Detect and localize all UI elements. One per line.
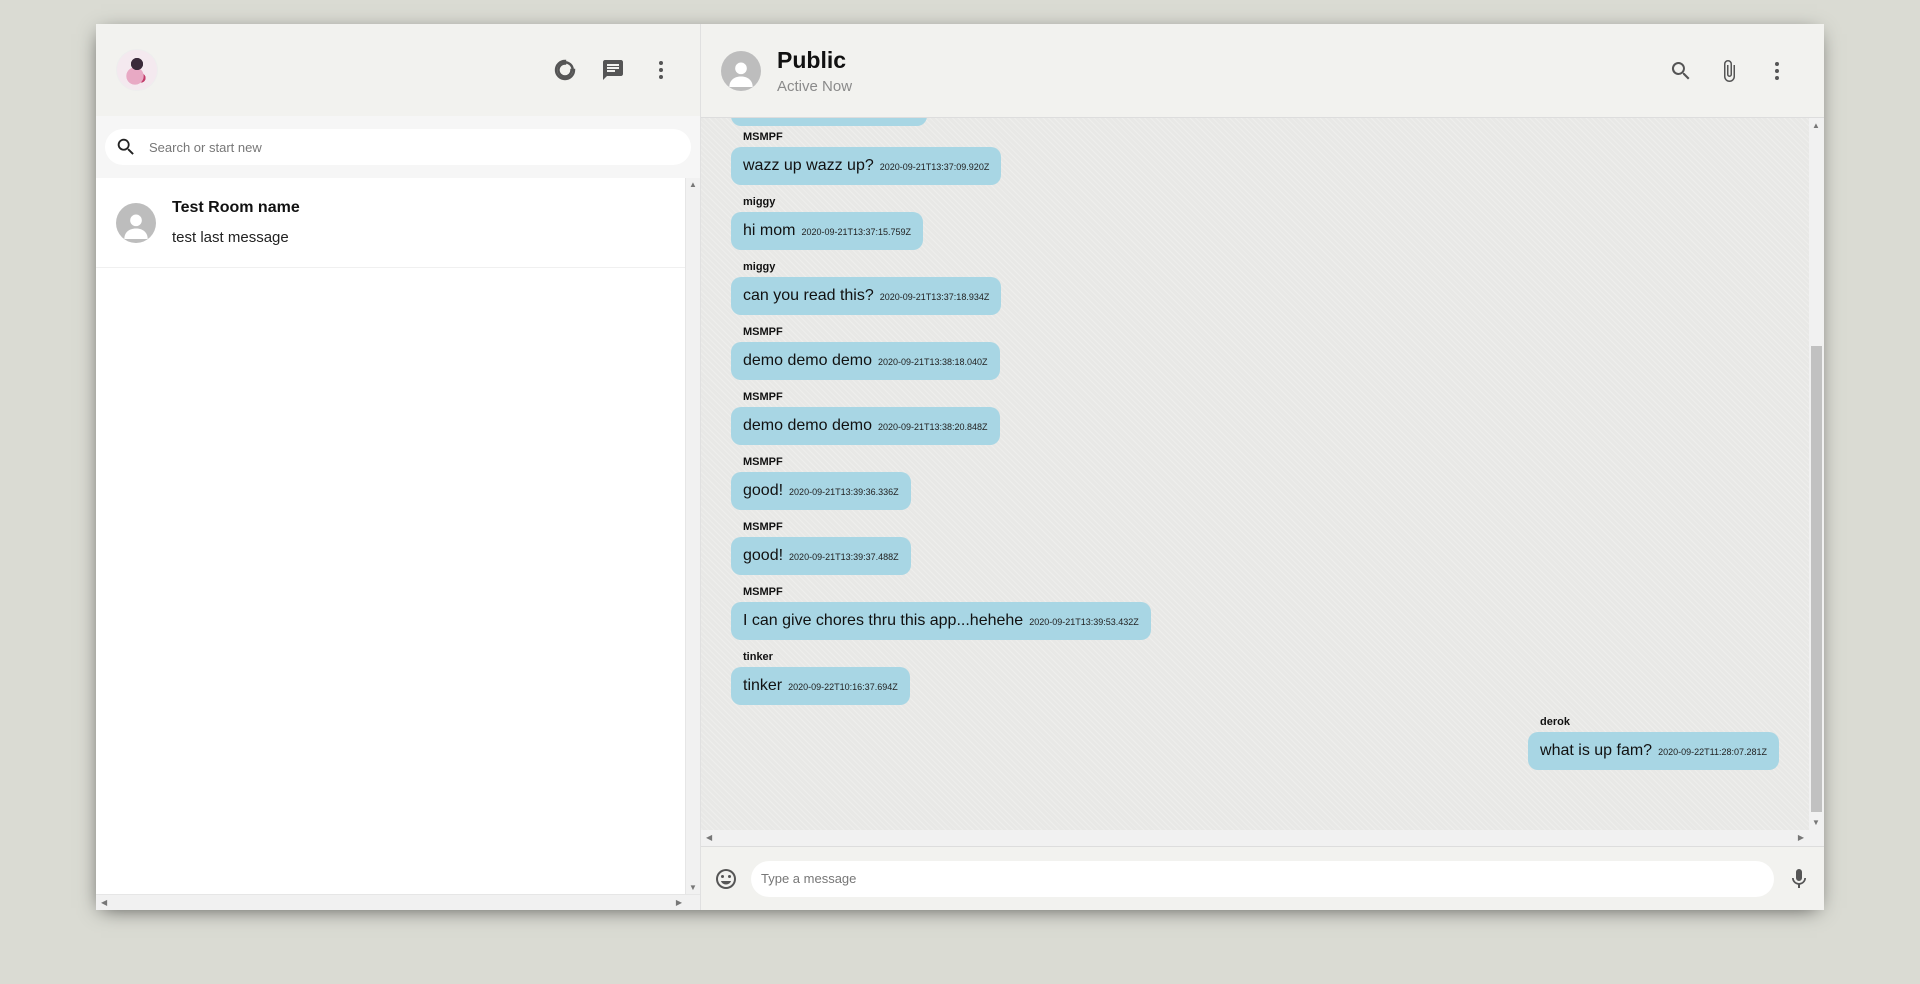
message: miggy can you read this? 2020-09-21T13:37… bbox=[731, 261, 1002, 315]
chat-list: Test Room name test last message ▲ ▼ bbox=[96, 178, 700, 894]
mic-icon[interactable] bbox=[1786, 866, 1812, 892]
emoji-icon[interactable] bbox=[713, 866, 739, 892]
chat-horizontal-scrollbar[interactable]: ◀ ▶ bbox=[701, 830, 1824, 846]
message: MSMPF demo demo demo 2020-09-21T13:38:18.… bbox=[731, 326, 1000, 380]
chat-footer bbox=[701, 846, 1824, 910]
status-icon[interactable] bbox=[552, 57, 578, 83]
message-author: miggy bbox=[743, 261, 776, 273]
message-timestamp: 2020-09-21T13:38:20.848Z bbox=[877, 422, 988, 432]
message-text: good! bbox=[743, 547, 784, 564]
message-timestamp: 2020-09-22T10:16:37.694Z bbox=[788, 682, 898, 692]
message-bubble: I can give chores thru this app...hehehe… bbox=[731, 602, 1151, 640]
chat-last-message: test last message bbox=[172, 229, 289, 246]
message-timestamp: 2020-09-22T11:28:07.281Z bbox=[1658, 747, 1767, 757]
message-author: MSMPF bbox=[743, 326, 783, 338]
chat-app: Test Room name test last message ▲ ▼ ◀ ▶… bbox=[96, 24, 1824, 910]
message-text: can you read this? bbox=[743, 287, 874, 304]
message-bubble: good! 2020-09-21T13:39:37.488Z bbox=[731, 537, 911, 575]
message-text: hi mom bbox=[743, 222, 796, 239]
message-timestamp: 2020-09-21T13:39:36.336Z bbox=[789, 487, 899, 497]
sidebar-search bbox=[96, 116, 700, 178]
message-timestamp: 2020-09-21T13:37:15.759Z bbox=[801, 227, 912, 237]
message: tinker tinker 2020-09-22T10:16:37.694Z bbox=[731, 651, 910, 705]
message-input[interactable] bbox=[761, 871, 1764, 886]
sidebar: Test Room name test last message ▲ ▼ ◀ ▶ bbox=[96, 24, 701, 910]
chat-title: Public bbox=[777, 46, 847, 73]
message-author: derok bbox=[1540, 716, 1570, 728]
message: MSMPF demo demo demo 2020-09-21T13:38:20.… bbox=[731, 391, 1000, 445]
message-author: MSMPF bbox=[743, 456, 783, 468]
message-text: tinker bbox=[743, 677, 783, 694]
message-bubble: hi mom 2020-09-21T13:37:15.759Z bbox=[731, 212, 924, 250]
message-text: demo demo demo bbox=[743, 352, 872, 369]
search-icon[interactable] bbox=[1668, 58, 1694, 84]
message-bubble: demo demo demo 2020-09-21T13:38:20.848Z bbox=[731, 407, 1000, 445]
message-own: derok what is up fam? 2020-09-22T11:28:07… bbox=[1528, 716, 1779, 770]
message: MSMPF I can give chores thru this app...… bbox=[731, 586, 1151, 640]
chat-scrollbar[interactable]: ▲ ▼ bbox=[1809, 118, 1824, 830]
message-bubble: good! 2020-09-21T13:39:36.336Z bbox=[731, 472, 911, 510]
paperclip-icon[interactable] bbox=[1716, 58, 1742, 84]
message-bubble: demo demo demo 2020-09-21T13:38:18.040Z bbox=[731, 342, 1000, 380]
message-input-container bbox=[751, 860, 1774, 897]
message-bubble: wazz up wazz up? 2020-09-21T13:37:09.920Z bbox=[731, 147, 1002, 185]
chat-header: Public Active Now bbox=[701, 24, 1824, 118]
message: MSMPF good! 2020-09-21T13:39:36.336Z bbox=[731, 456, 911, 510]
room-avatar bbox=[721, 50, 761, 91]
message-timestamp: 2020-09-21T13:39:37.488Z bbox=[789, 552, 899, 562]
message-text: I can give chores thru this app...hehehe bbox=[743, 612, 1024, 629]
sidebar-scrollbar[interactable]: ▲ ▼ bbox=[685, 178, 700, 894]
message-author: MSMPF bbox=[743, 131, 783, 143]
message-timestamp: 2020-09-21T13:37:18.934Z bbox=[879, 292, 990, 302]
chat-list-item[interactable]: Test Room name test last message bbox=[96, 178, 700, 268]
message-timestamp: 2020-09-21T13:38:18.040Z bbox=[877, 357, 988, 367]
message-timestamp: 2020-09-21T13:39:53.432Z bbox=[1029, 617, 1139, 627]
more-vert-icon[interactable] bbox=[1764, 58, 1790, 84]
room-avatar bbox=[116, 202, 156, 243]
more-vert-icon[interactable] bbox=[648, 57, 674, 83]
sidebar-header bbox=[96, 24, 700, 116]
message-author: MSMPF bbox=[743, 521, 783, 533]
message-bubble: what is up fam? 2020-09-22T11:28:07.281Z bbox=[1528, 732, 1779, 770]
message-text: what is up fam? bbox=[1540, 742, 1653, 759]
message-author: tinker bbox=[743, 651, 773, 663]
message-list: MSMPF wazz up wazz up? 2020-09-21T13:37:0… bbox=[701, 118, 1809, 830]
new-chat-icon[interactable] bbox=[600, 57, 626, 83]
message-text: demo demo demo bbox=[743, 417, 872, 434]
chat-room-name: Test Room name bbox=[172, 199, 300, 216]
message-text: good! bbox=[743, 482, 784, 499]
chat-body[interactable]: MSMPF wazz up wazz up? 2020-09-21T13:37:0… bbox=[701, 118, 1824, 846]
message-author: MSMPF bbox=[743, 391, 783, 403]
message-author: miggy bbox=[743, 196, 776, 208]
message-bubble: tinker 2020-09-22T10:16:37.694Z bbox=[731, 667, 910, 705]
message-author: MSMPF bbox=[743, 586, 783, 598]
search-container bbox=[105, 129, 691, 165]
chat-status: Active Now bbox=[777, 77, 853, 95]
chat-panel: Public Active Now MSMPF wazz up wazz up?… bbox=[701, 24, 1824, 910]
message-bubble: can you read this? 2020-09-21T13:37:18.93… bbox=[731, 277, 1002, 315]
message: miggy hi mom 2020-09-21T13:37:15.759Z bbox=[731, 196, 924, 250]
search-icon bbox=[117, 138, 134, 155]
user-avatar[interactable] bbox=[116, 49, 158, 91]
message-bubble bbox=[731, 118, 927, 126]
sidebar-horizontal-scrollbar[interactable]: ◀ ▶ bbox=[96, 894, 700, 910]
message: MSMPF good! 2020-09-21T13:39:37.488Z bbox=[731, 521, 911, 575]
message: MSMPF wazz up wazz up? 2020-09-21T13:37:0… bbox=[731, 131, 1002, 185]
message-timestamp: 2020-09-21T13:37:09.920Z bbox=[879, 162, 990, 172]
scrollbar-thumb[interactable] bbox=[1811, 346, 1822, 812]
search-input[interactable] bbox=[149, 139, 681, 155]
message-text: wazz up wazz up? bbox=[743, 157, 874, 174]
